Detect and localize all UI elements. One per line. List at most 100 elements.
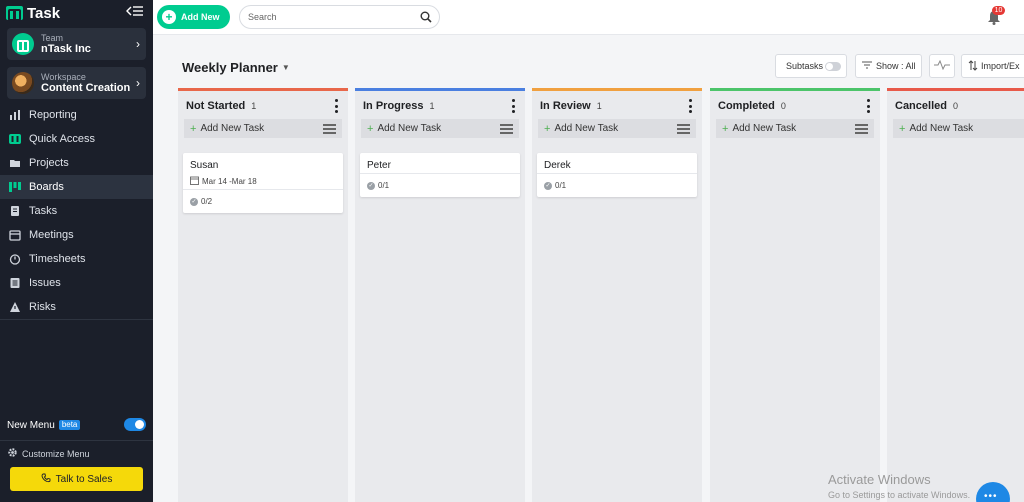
page-title: Weekly Planner <box>182 60 278 75</box>
checklist-icon: ✓ <box>190 197 198 206</box>
divider <box>0 440 153 441</box>
workspace-switcher[interactable]: Workspace Content Creation › <box>7 67 146 99</box>
sidebar-item-issues[interactable]: Issues <box>0 271 153 295</box>
show-filter-label: Show : All <box>876 61 916 71</box>
sidebar-item-meetings[interactable]: Meetings <box>0 223 153 247</box>
sidebar-item-tasks[interactable]: Tasks <box>0 199 153 223</box>
checklist-icon: ✓ <box>544 181 552 190</box>
sidebar-nav: Reporting Quick Access Projects Boards T… <box>0 103 153 319</box>
add-new-task-label: Add New Task <box>200 123 265 134</box>
new-menu-toggle[interactable] <box>124 418 146 431</box>
task-card-progress: 0/1 <box>555 181 567 190</box>
add-new-button[interactable]: + Add New <box>157 5 230 29</box>
add-new-task-button[interactable]: + Add New Task <box>716 119 874 138</box>
add-new-task-label: Add New Task <box>732 123 797 134</box>
subtasks-toggle[interactable] <box>825 62 841 71</box>
chevron-right-icon: › <box>136 76 140 90</box>
plus-icon: + <box>722 122 729 135</box>
task-card-footer: ✓ 0/2 <box>183 189 343 213</box>
add-new-task-button[interactable]: + Add New Task <box>538 119 696 138</box>
plus-icon: + <box>544 122 551 135</box>
customize-menu-button[interactable]: Customize Menu <box>7 447 90 460</box>
more-vertical-icon[interactable] <box>867 99 871 113</box>
more-vertical-icon[interactable] <box>689 99 693 113</box>
caret-down-icon: ▼ <box>281 63 290 72</box>
show-filter-button[interactable]: Show : All <box>855 54 922 78</box>
sidebar-item-quick-access[interactable]: Quick Access <box>0 127 153 151</box>
add-new-task-button[interactable]: + Add New Task <box>893 119 1024 138</box>
tasks-icon <box>9 205 21 217</box>
sidebar-item-boards[interactable]: Boards <box>0 175 153 199</box>
more-vertical-icon[interactable] <box>512 99 516 113</box>
workspace-avatar <box>12 72 34 94</box>
sidebar-item-risks[interactable]: Risks <box>0 295 153 319</box>
column-count: 1 <box>596 101 602 111</box>
activity-icon <box>934 59 950 72</box>
board-column: Completed 0 + Add New Task <box>710 88 880 502</box>
notification-count-badge: 10 <box>992 6 1005 15</box>
column-count: 0 <box>780 101 786 111</box>
talk-to-sales-button[interactable]: Talk to Sales <box>10 467 143 491</box>
sidebar-item-label: Quick Access <box>29 133 96 145</box>
list-view-icon[interactable] <box>323 124 336 134</box>
sidebar-item-projects[interactable]: Projects <box>0 151 153 175</box>
board-title-dropdown[interactable]: Weekly Planner ▼ <box>182 60 290 75</box>
talk-to-sales-label: Talk to Sales <box>55 473 113 485</box>
column-header: Cancelled 0 <box>895 100 958 112</box>
ntask-logo-icon <box>6 6 23 21</box>
beta-badge: beta <box>58 420 81 430</box>
plus-icon: + <box>367 122 374 135</box>
team-switcher[interactable]: Team nTask Inc › <box>7 28 146 60</box>
checklist-icon: ✓ <box>367 181 375 190</box>
calendar-icon <box>9 229 21 241</box>
phone-icon <box>41 473 51 486</box>
column-title: Cancelled <box>895 100 947 112</box>
sidebar-item-label: Meetings <box>29 229 74 241</box>
task-card-progress: 0/2 <box>201 197 213 206</box>
list-view-icon[interactable] <box>500 124 513 134</box>
add-new-label: Add New <box>181 12 220 22</box>
task-card-footer: ✓ 0/1 <box>360 173 520 197</box>
collapse-sidebar-icon[interactable] <box>126 5 144 17</box>
list-view-icon[interactable] <box>677 124 690 134</box>
sidebar-item-label: Timesheets <box>29 253 86 265</box>
import-export-label: Import/Ex <box>981 61 1020 71</box>
filter-icon <box>862 61 872 71</box>
subtasks-toggle-button[interactable]: Subtasks <box>775 54 847 78</box>
list-view-icon[interactable] <box>855 124 868 134</box>
windows-activation-watermark: Activate Windows Go to Settings to activ… <box>828 472 970 500</box>
calendar-icon <box>190 176 199 187</box>
search-input[interactable] <box>248 10 408 24</box>
more-vertical-icon[interactable] <box>335 99 339 113</box>
customize-menu-label: Customize Menu <box>22 448 90 459</box>
task-card[interactable]: Susan Mar 14 -Mar 18 ✓ 0/2 <box>183 153 343 213</box>
import-export-button[interactable]: Import/Ex <box>961 54 1024 78</box>
task-card-footer: ✓ 0/1 <box>537 173 697 197</box>
search-icon[interactable] <box>420 11 432 23</box>
sidebar-item-reporting[interactable]: Reporting <box>0 103 153 127</box>
sidebar-item-timesheets[interactable]: Timesheets <box>0 247 153 271</box>
add-new-task-label: Add New Task <box>909 123 974 134</box>
timer-icon <box>9 253 21 265</box>
plus-icon: + <box>899 122 906 135</box>
chevron-right-icon: › <box>136 37 140 51</box>
sidebar-item-label: Issues <box>29 277 61 289</box>
team-name: nTask Inc <box>41 43 91 55</box>
app-logo[interactable]: Task <box>6 4 60 22</box>
board-column: In Review 1 + Add New Task Derek ✓ 0/1 <box>532 88 702 502</box>
divider <box>0 319 153 320</box>
watermark-subtitle: Go to Settings to activate Windows. <box>828 490 971 500</box>
column-count: 1 <box>429 101 435 111</box>
add-new-task-button[interactable]: + Add New Task <box>361 119 519 138</box>
task-card-dates-row: Mar 14 -Mar 18 <box>183 173 343 189</box>
column-title: Completed <box>718 100 775 112</box>
import-export-icon <box>968 59 978 73</box>
task-card[interactable]: Derek ✓ 0/1 <box>537 153 697 197</box>
column-count: 0 <box>952 101 958 111</box>
quick-access-icon <box>9 133 21 145</box>
add-new-task-button[interactable]: + Add New Task <box>184 119 342 138</box>
reporting-icon <box>9 109 21 121</box>
activity-button[interactable] <box>929 54 955 78</box>
issues-icon <box>9 277 21 289</box>
task-card[interactable]: Peter ✓ 0/1 <box>360 153 520 197</box>
